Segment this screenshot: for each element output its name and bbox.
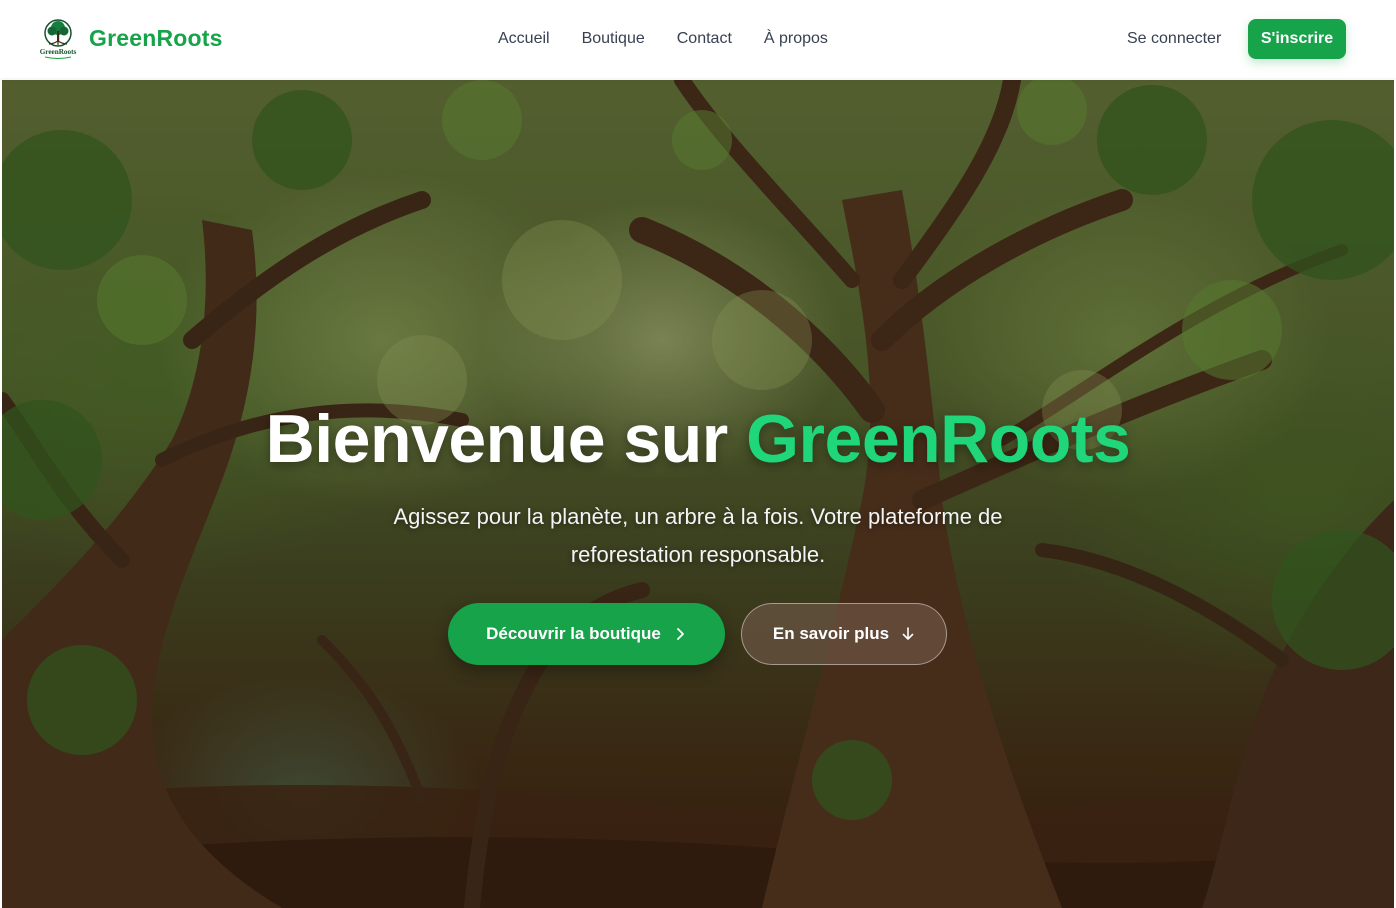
signup-button[interactable]: S'inscrire bbox=[1248, 19, 1346, 59]
hero-subtitle: Agissez pour la planète, un arbre à la f… bbox=[393, 504, 1003, 567]
hero-title-accent: GreenRoots bbox=[746, 401, 1131, 477]
nav-a-propos[interactable]: À propos bbox=[764, 30, 828, 48]
nav-accueil[interactable]: Accueil bbox=[498, 30, 550, 48]
login-link[interactable]: Se connecter bbox=[1127, 30, 1221, 48]
brand-name: GreenRoots bbox=[89, 24, 223, 51]
hero-title-prefix: Bienvenue sur bbox=[265, 401, 747, 477]
nav-boutique[interactable]: Boutique bbox=[582, 30, 645, 48]
main-nav: Accueil Boutique Contact À propos bbox=[498, 30, 828, 48]
discover-shop-button[interactable]: Découvrir la boutique bbox=[448, 603, 725, 665]
site-header: GreenRoots GreenRoots Accueil Boutique C… bbox=[0, 0, 1396, 78]
hero-title: Bienvenue sur GreenRoots bbox=[2, 400, 1394, 478]
learn-more-button[interactable]: En savoir plus bbox=[741, 603, 947, 665]
hero-section: Bienvenue sur GreenRoots Agissez pour la… bbox=[2, 80, 1394, 908]
brand[interactable]: GreenRoots GreenRoots bbox=[37, 17, 223, 59]
chevron-right-icon bbox=[676, 628, 684, 640]
hero-overlay bbox=[2, 80, 1394, 908]
arrow-down-icon bbox=[902, 627, 914, 640]
svg-text:GreenRoots: GreenRoots bbox=[40, 48, 77, 56]
discover-shop-label: Découvrir la boutique bbox=[486, 624, 661, 643]
nav-contact[interactable]: Contact bbox=[677, 30, 732, 48]
learn-more-label: En savoir plus bbox=[772, 624, 890, 643]
logo: GreenRoots bbox=[40, 19, 77, 59]
